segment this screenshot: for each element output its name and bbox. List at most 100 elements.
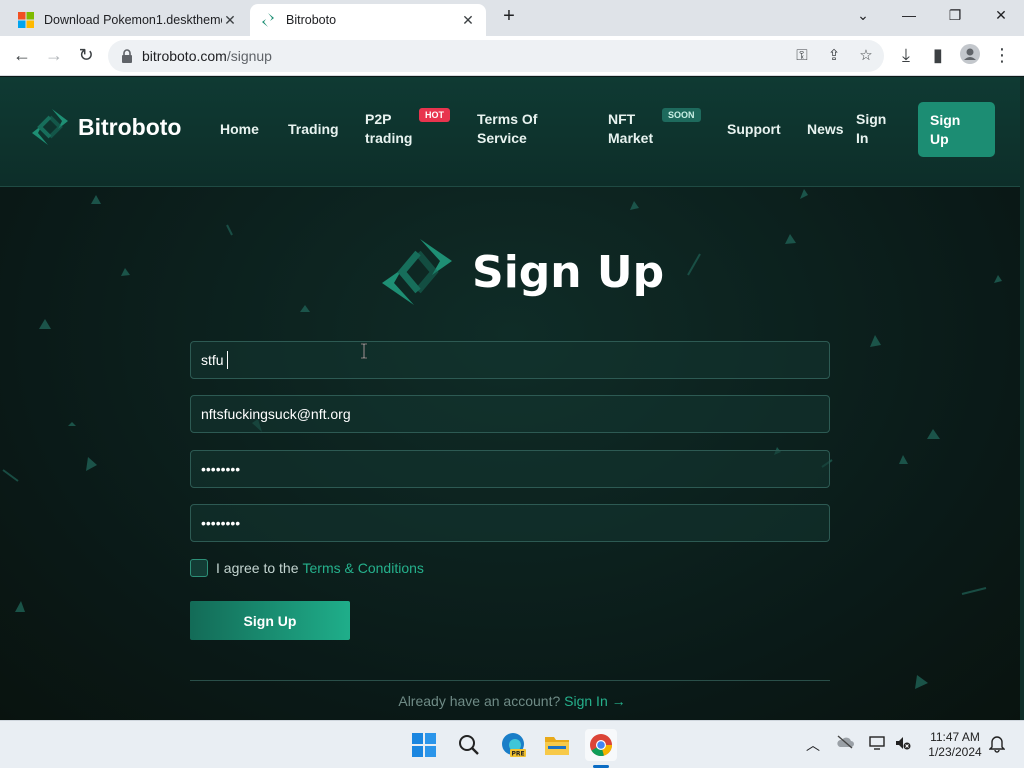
minimize-button[interactable]: — <box>889 4 929 28</box>
edge-browser-icon: PRE <box>502 733 526 758</box>
nav-p2p-line2: trading <box>365 130 413 146</box>
system-clock[interactable]: 11:47 AM 1/23/2024 <box>920 730 990 760</box>
brand-home-link[interactable]: Bitroboto <box>30 107 181 147</box>
edge-beta-button[interactable]: PRE <box>497 729 529 761</box>
profile-glyph <box>960 44 980 64</box>
soon-badge: SOON <box>662 108 701 122</box>
search-button[interactable] <box>453 729 485 761</box>
email-field[interactable]: nftsfuckingsuck@nft.org <box>190 395 830 433</box>
back-arrow-icon[interactable]: ← <box>10 44 34 68</box>
page-title: Sign Up <box>472 246 665 298</box>
speaker-muted-icon <box>896 737 911 750</box>
nav-p2p-line1: P2P <box>365 111 392 127</box>
url-domain: bitroboto.com <box>142 48 227 64</box>
chrome-button[interactable] <box>585 729 617 761</box>
nav-p2p-trading[interactable]: P2P trading <box>365 110 412 148</box>
tab-title: Bitroboto <box>286 13 337 27</box>
show-hidden-icons-chevron-icon[interactable]: ︿ <box>803 735 823 755</box>
clock-time: 11:47 AM <box>930 730 980 744</box>
notification-bell-icon[interactable] <box>987 735 1007 755</box>
sign-in-label: Sign In <box>564 693 608 709</box>
side-panel-icon[interactable]: ▮ <box>926 44 950 68</box>
address-bar[interactable]: bitroboto.com/signup ⚿ ⇪ ☆ <box>108 40 884 72</box>
confirm-password-field[interactable]: •••••••• <box>190 504 830 542</box>
already-have-account: Already have an account? Sign In → <box>0 693 1024 709</box>
password-field[interactable]: •••••••• <box>190 450 830 488</box>
windows-start-icon <box>412 733 436 757</box>
nav-terms-line1: Terms Of <box>477 111 538 127</box>
url-text: bitroboto.com/signup <box>142 48 272 64</box>
clock-date: 1/23/2024 <box>928 745 982 759</box>
nav-news[interactable]: News <box>807 120 844 139</box>
hot-badge: HOT <box>419 108 450 122</box>
menu-kebab-icon[interactable]: ⋮ <box>990 44 1014 68</box>
password-value: •••••••• <box>201 461 241 477</box>
browser-toolbar: ← → ↻ bitroboto.com/signup ⚿ ⇪ ☆ ⤓ ▮ ⋮ <box>0 36 1024 76</box>
cloud-icon <box>837 735 854 749</box>
folder-icon <box>545 737 569 755</box>
tab-download-pokemon[interactable]: Download Pokemon1.desktheme ✕ <box>8 4 248 36</box>
nav-home[interactable]: Home <box>220 120 259 139</box>
monitor-icon <box>869 736 885 750</box>
chrome-icon <box>590 734 612 757</box>
terms-link[interactable]: Terms & Conditions <box>303 560 424 576</box>
signup-heading-block: Sign Up <box>380 237 664 307</box>
forward-arrow-icon[interactable]: → <box>42 44 66 68</box>
nav-nft-market[interactable]: NFT Market <box>608 110 653 148</box>
nav-trading[interactable]: Trading <box>288 120 339 139</box>
text-caret <box>226 351 228 369</box>
network-icon[interactable] <box>867 735 887 755</box>
new-tab-button[interactable]: + <box>498 6 520 28</box>
lock-icon <box>122 49 132 63</box>
brand-name: Bitroboto <box>78 113 182 140</box>
page-viewport: Bitroboto Home Trading P2P trading HOT Te… <box>0 77 1024 720</box>
reload-icon[interactable]: ↻ <box>74 44 98 68</box>
profile-avatar-icon[interactable] <box>958 44 982 68</box>
key-icon[interactable]: ⚿ <box>792 47 812 67</box>
nav-sign-up-button[interactable]: Sign Up <box>918 102 995 157</box>
share-icon[interactable]: ⇪ <box>824 47 844 67</box>
onedrive-offline-icon[interactable] <box>835 735 855 755</box>
nav-sign-in[interactable]: Sign In <box>856 110 886 148</box>
edge-pre-badge: PRE <box>511 751 524 758</box>
file-explorer-button[interactable] <box>541 729 573 761</box>
divider <box>190 680 830 681</box>
sign-up-submit-button[interactable]: Sign Up <box>190 601 350 640</box>
already-text: Already have an account? <box>398 693 561 709</box>
nav-signup-line2: Up <box>930 131 949 147</box>
bitroboto-logo-icon <box>382 239 452 305</box>
terms-agreement: I agree to the Terms & Conditions <box>190 559 424 577</box>
bitroboto-logo-icon <box>32 109 68 145</box>
windows-logo-icon <box>18 12 34 28</box>
nav-signin-line2: In <box>856 130 869 146</box>
email-value: nftsfuckingsuck@nft.org <box>201 406 351 422</box>
sign-in-link[interactable]: Sign In → <box>564 693 625 709</box>
nav-nft-line2: Market <box>608 130 654 146</box>
download-icon[interactable]: ⤓ <box>894 44 918 68</box>
nav-terms-of-service[interactable]: Terms Of Service <box>477 110 537 148</box>
tab-search-button[interactable]: ⌄ <box>843 4 883 28</box>
text-cursor-icon <box>361 343 367 359</box>
url-path: /signup <box>226 48 272 64</box>
page-scrollbar[interactable] <box>1020 77 1024 720</box>
volume-muted-icon[interactable] <box>893 735 913 755</box>
close-tab-icon[interactable]: ✕ <box>222 12 238 29</box>
confirm-password-value: •••••••• <box>201 515 241 531</box>
close-tab-icon[interactable]: ✕ <box>460 12 476 29</box>
site-header: Bitroboto Home Trading P2P trading HOT Te… <box>0 77 1024 187</box>
close-window-button[interactable]: ✕ <box>981 4 1021 28</box>
tab-title: Download Pokemon1.desktheme <box>44 13 222 27</box>
windows-taskbar: PRE ︿ 11:47 AM 1/23/2024 <box>0 720 1024 768</box>
nav-support[interactable]: Support <box>727 120 781 139</box>
search-icon <box>459 735 479 755</box>
bookmark-star-icon[interactable]: ☆ <box>856 47 876 67</box>
start-button[interactable] <box>408 729 440 761</box>
tab-bitroboto[interactable]: Bitroboto ✕ <box>250 4 486 36</box>
arrow-right-icon: → <box>611 693 626 709</box>
restore-button[interactable]: ❐ <box>935 4 975 28</box>
username-value: stfu <box>201 352 224 368</box>
bitroboto-favicon-icon <box>262 13 274 27</box>
username-field[interactable]: stfu <box>190 341 830 379</box>
agree-checkbox[interactable] <box>190 559 208 577</box>
nav-terms-line2: Service <box>477 130 527 146</box>
